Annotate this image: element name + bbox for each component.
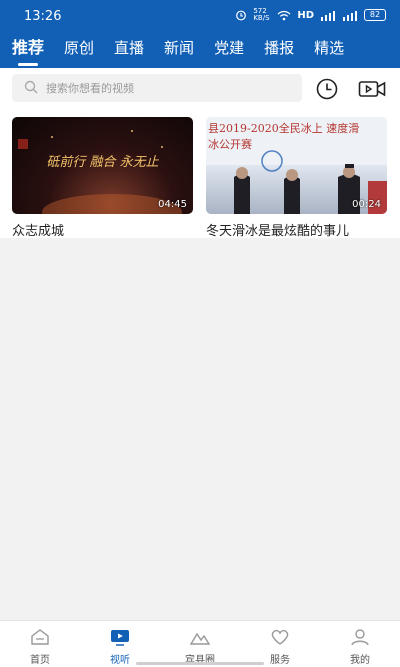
signal-icon-1 (320, 10, 336, 21)
nav-label: 我的 (350, 655, 370, 666)
tab-live[interactable]: 直播 (114, 34, 144, 68)
home-icon (31, 629, 49, 645)
hd-badge: HD (297, 9, 314, 21)
battery-icon: 82 (364, 9, 386, 21)
nav-service[interactable]: 服务 (240, 621, 320, 667)
home-indicator (136, 662, 264, 665)
wifi-icon (277, 10, 291, 21)
video-card[interactable]: 县2019-2020全民冰上 速度滑冰公开赛 00:24 冬天滑冰是最炫酷的事儿 (206, 117, 387, 239)
user-icon (351, 629, 369, 646)
tab-featured[interactable]: 精选 (314, 34, 344, 68)
top-header: 13:26 572 KB/S HD 82 推荐 原创 直播 新闻 党建 播报 精… (0, 0, 400, 68)
nav-mine[interactable]: 我的 (320, 621, 400, 667)
nav-label: 首页 (30, 655, 50, 666)
tab-recommend[interactable]: 推荐 (12, 34, 44, 68)
signal-icon-2 (342, 10, 358, 21)
heart-icon (271, 629, 289, 645)
video-camera-icon (358, 81, 386, 97)
tab-original[interactable]: 原创 (64, 34, 94, 68)
status-time: 13:26 (24, 9, 62, 24)
video-card[interactable]: 砥前行 融合 永无止 04:45 众志成城 (12, 117, 193, 239)
status-icons: 572 KB/S HD 82 (235, 8, 386, 22)
thumbnail-caption: 砥前行 融合 永无止 (46, 155, 159, 170)
nav-bin-circle[interactable]: 宾县圈 (160, 621, 240, 667)
search-box[interactable] (12, 74, 302, 102)
mountain-icon (190, 632, 210, 645)
nav-label: 视听 (110, 655, 130, 666)
history-button[interactable] (316, 78, 338, 100)
tab-party[interactable]: 党建 (214, 34, 244, 68)
video-thumbnail[interactable]: 县2019-2020全民冰上 速度滑冰公开赛 00:24 (206, 117, 387, 214)
channel-tabs: 推荐 原创 直播 新闻 党建 播报 精选 (0, 34, 400, 68)
nav-label: 服务 (270, 655, 290, 666)
search-icon (24, 79, 38, 98)
video-duration: 00:24 (352, 199, 381, 210)
tv-icon (111, 630, 129, 646)
clock-icon (316, 78, 338, 100)
video-duration: 04:45 (158, 199, 187, 210)
alarm-icon (235, 9, 247, 21)
video-list: 砥前行 融合 永无止 04:45 众志成城 县2019-2020全民冰上 速度滑… (0, 108, 400, 239)
video-thumbnail[interactable]: 砥前行 融合 永无止 04:45 (12, 117, 193, 214)
tab-broadcast[interactable]: 播报 (264, 34, 294, 68)
bottom-nav: 首页 视听 宾县圈 服务 我的 (0, 620, 400, 667)
tab-news[interactable]: 新闻 (164, 34, 194, 68)
battery-level: 82 (369, 10, 381, 19)
thumbnail-caption: 县2019-2020全民冰上 速度滑冰公开赛 (208, 122, 360, 151)
search-row (0, 68, 400, 108)
nav-home[interactable]: 首页 (0, 621, 80, 667)
network-speed: 572 KB/S (253, 7, 270, 22)
nav-audiovisual[interactable]: 视听 (80, 621, 160, 667)
video-upload-button[interactable] (358, 78, 386, 100)
search-input[interactable] (46, 81, 266, 95)
video-title[interactable]: 众志成城 (12, 220, 193, 239)
video-title[interactable]: 冬天滑冰是最炫酷的事儿 (206, 220, 387, 239)
status-bar: 13:26 572 KB/S HD 82 (0, 0, 400, 34)
